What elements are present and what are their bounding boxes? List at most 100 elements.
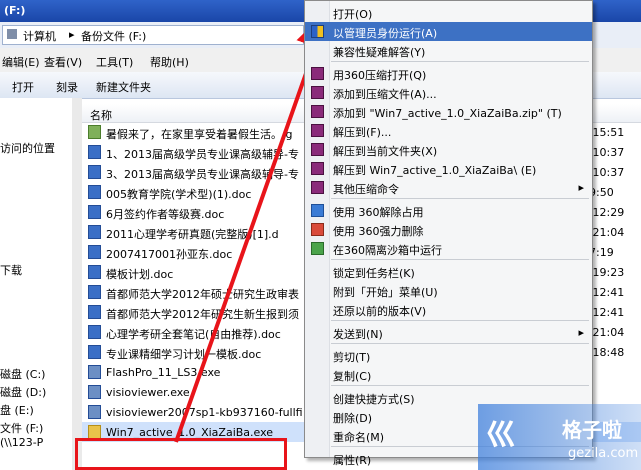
burn-button[interactable]: 刻录 (56, 79, 78, 95)
context-menu-label: 解压到(F)... (333, 126, 392, 139)
nav-item[interactable]: 盘 (E:) (0, 402, 34, 418)
context-menu-item[interactable]: 复制(C) (305, 365, 592, 384)
context-menu-label: 发送到(N) (333, 328, 383, 341)
watermark-url: gezila.com (568, 446, 639, 461)
context-menu-item[interactable]: 其他压缩命令 ▸ (305, 178, 592, 197)
context-menu-label: 删除(D) (333, 412, 373, 425)
archive-icon (311, 105, 324, 118)
context-menu-label: 添加到压缩文件(A)... (333, 88, 437, 101)
context-menu-item[interactable]: 还原以前的版本(V) (305, 300, 592, 319)
context-menu-label: 还原以前的版本(V) (333, 305, 427, 318)
context-menu-label: 剪切(T) (333, 351, 371, 364)
document-file-icon (88, 325, 101, 339)
uac-shield-icon (311, 25, 324, 38)
context-menu-label: 附到「开始」菜单(U) (333, 286, 438, 299)
nav-scrollbar[interactable] (72, 98, 82, 470)
context-menu-label: 添加到 "Win7_active_1.0_XiaZaiBa.zip" (T) (333, 107, 562, 120)
context-menu-item[interactable]: 发送到(N) ▸ (305, 323, 592, 342)
file-name: 心理学考研全套笔记(自由推荐).doc (106, 328, 281, 341)
context-menu-item[interactable]: 剪切(T) (305, 346, 592, 365)
menu-tools[interactable]: 工具(T) (96, 54, 133, 70)
file-name: 暑假来了，在家里享受着暑假生活。.g (106, 128, 293, 141)
context-menu-separator (331, 259, 589, 260)
document-file-icon (88, 285, 101, 299)
file-name: 专业课精细学习计划一模板.doc (106, 348, 262, 361)
archive-icon (311, 143, 324, 156)
archive-icon (311, 162, 324, 175)
context-menu-label: 用360压缩打开(Q) (333, 69, 427, 82)
context-menu-item[interactable]: 使用 360强力删除 (305, 220, 592, 239)
menu-edit[interactable]: 编辑(E) (2, 54, 40, 70)
file-name: 模板计划.doc (106, 268, 174, 281)
context-menu-label: 其他压缩命令 (333, 183, 399, 196)
context-menu-item[interactable]: 附到「开始」菜单(U) (305, 281, 592, 300)
context-menu: 打开(O) 以管理员身份运行(A) 兼容性疑难解答(Y) 用360压缩打开(Q) 添加到… (304, 0, 593, 467)
context-menu-item[interactable]: 以管理员身份运行(A) (305, 22, 592, 41)
context-menu-label: 在360隔离沙箱中运行 (333, 244, 442, 257)
document-file-icon (88, 245, 101, 259)
submenu-arrow-icon: ▸ (578, 181, 584, 194)
context-menu-item[interactable]: 添加到 "Win7_active_1.0_XiaZaiBa.zip" (T) (305, 102, 592, 121)
file-name: 6月签约作者等级赛.doc (106, 208, 225, 221)
context-menu-item[interactable]: 添加到压缩文件(A)... (305, 83, 592, 102)
file-name: 2011心理学考研真题(完整版)[1].d (106, 228, 279, 241)
navigation-pane: 访问的位置 下载 磁盘 (C:) 磁盘 (D:) 盘 (E:) 文件 (F:) … (0, 98, 73, 470)
nav-item[interactable]: 访问的位置 (0, 140, 55, 156)
nav-item[interactable]: 下载 (0, 262, 22, 278)
file-name: visioviewer2007sp1-kb937160-fullfi (106, 406, 303, 419)
context-menu-separator (331, 61, 589, 62)
context-menu-item[interactable]: 解压到(F)... (305, 121, 592, 140)
file-name: 005教育学院(学术型)(1).doc (106, 188, 252, 201)
context-menu-item[interactable]: 锁定到任务栏(K) (305, 262, 592, 281)
context-menu-item[interactable]: 用360压缩打开(Q) (305, 64, 592, 83)
document-file-icon (88, 205, 101, 219)
context-menu-label: 属性(R) (333, 454, 372, 467)
nav-item[interactable]: 文件 (F:) (0, 420, 43, 436)
context-menu-item[interactable]: 兼容性疑难解答(Y) (305, 41, 592, 60)
delete-icon (311, 223, 324, 236)
document-file-icon (88, 185, 101, 199)
context-menu-label: 重命名(M) (333, 431, 385, 444)
menu-help[interactable]: 帮助(H) (150, 54, 189, 70)
nav-item[interactable]: 磁盘 (D:) (0, 384, 46, 400)
menu-view[interactable]: 查看(V) (44, 54, 82, 70)
context-menu-item[interactable]: 解压到当前文件夹(X) (305, 140, 592, 159)
context-menu-separator (331, 343, 589, 344)
document-file-icon (88, 225, 101, 239)
breadcrumb-location[interactable]: 备份文件 (F:) (81, 28, 146, 44)
open-button[interactable]: 打开 (12, 79, 34, 95)
breadcrumb-computer[interactable]: 计算机 (23, 28, 56, 44)
document-file-icon (88, 305, 101, 319)
file-name: 1、2013届高级学员专业课高级辅导-专 (106, 148, 299, 161)
context-menu-item[interactable]: 打开(O) (305, 3, 592, 22)
context-menu-label: 以管理员身份运行(A) (333, 27, 438, 40)
context-menu-separator (331, 385, 589, 386)
image-file-icon (88, 125, 101, 139)
window-title: (F:) (4, 4, 26, 17)
file-name: FlashPro_11_LS3.exe (106, 366, 221, 379)
context-menu-item[interactable]: 使用 360解除占用 (305, 201, 592, 220)
context-menu-label: 锁定到任务栏(K) (333, 267, 415, 280)
exe-file-icon (88, 385, 101, 399)
nav-item[interactable]: (\\123-P (0, 436, 43, 449)
drive-icon (7, 29, 17, 39)
context-menu-label: 兼容性疑难解答(Y) (333, 46, 426, 59)
context-menu-item[interactable]: 解压到 Win7_active_1.0_XiaZaiBa\ (E) (305, 159, 592, 178)
context-menu-separator (331, 320, 589, 321)
watermark-logo: 巛 (486, 418, 516, 453)
context-menu-label: 解压到 Win7_active_1.0_XiaZaiBa\ (E) (333, 164, 537, 177)
file-name: 首都师范大学2012年研究生新生报到须 (106, 308, 299, 321)
file-name: 2007417001孙亚东.doc (106, 248, 233, 261)
document-file-icon (88, 265, 101, 279)
archive-icon (311, 67, 324, 80)
document-file-icon (88, 165, 101, 179)
context-menu-label: 创建快捷方式(S) (333, 393, 415, 406)
address-box[interactable]: 计算机 ▸ 备份文件 (F:) (2, 25, 304, 45)
exe-file-icon (88, 405, 101, 419)
archive-icon (311, 124, 324, 137)
new-folder-button[interactable]: 新建文件夹 (96, 79, 151, 95)
context-menu-item[interactable]: 在360隔离沙箱中运行 (305, 239, 592, 258)
submenu-arrow-icon: ▸ (578, 326, 584, 339)
document-file-icon (88, 345, 101, 359)
nav-item[interactable]: 磁盘 (C:) (0, 366, 45, 382)
